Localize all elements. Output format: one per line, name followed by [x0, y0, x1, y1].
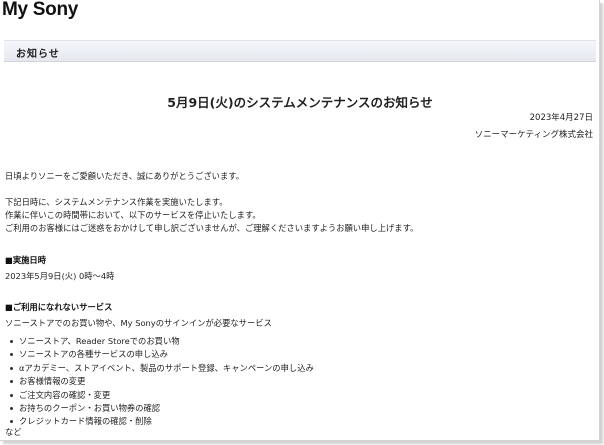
page-frame: My Sony お知らせ 5月9日(火)のシステムメンテナンスのお知らせ 202… [0, 0, 600, 441]
notice-date: 2023年4月27日 [529, 113, 593, 123]
bullet-icon [10, 380, 13, 384]
schedule-value: 2023年5月9日(火) 0時～4時 [5, 271, 115, 281]
list-item-label: お持ちのクーポン・お買い物券の確認 [19, 403, 161, 414]
brand-logo[interactable]: My Sony [2, 0, 78, 21]
list-item: ご注文内容の確認・変更 [10, 389, 314, 402]
list-item-label: お客様情報の変更 [19, 376, 86, 387]
list-item: クレジットカード情報の確認・削除 [10, 415, 314, 428]
services-heading: ■ご利用になれないサービス [5, 302, 113, 312]
list-item: お客様情報の変更 [10, 375, 314, 388]
list-item-label: ご注文内容の確認・変更 [19, 389, 111, 400]
intro-line: ご利用のお客様にはご迷惑をおかけして申し訳ございませんが、ご理解くださいますよう… [5, 223, 419, 233]
bullet-icon [10, 366, 13, 370]
list-item: お持ちのクーポン・お買い物券の確認 [10, 402, 314, 415]
section-header-bar: お知らせ [4, 40, 596, 62]
list-item: ソニーストア、Reader Storeでのお買い物 [10, 335, 314, 348]
intro-line: 下記日時に、システムメンテナンス作業を実施いたします。 [5, 197, 228, 207]
bullet-icon [10, 393, 13, 397]
notice-company: ソニーマーケティング株式会社 [474, 130, 593, 140]
bullet-icon [10, 407, 13, 411]
list-item-label: ソニーストアの各種サービスの申し込み [19, 349, 168, 360]
bullet-icon [10, 353, 13, 357]
services-tail: など [5, 427, 22, 437]
services-intro: ソニーストアでのお買い物や、My Sonyのサインインが必要なサービス [5, 318, 272, 328]
list-item: ソニーストアの各種サービスの申し込み [10, 348, 314, 361]
section-title: お知らせ [16, 49, 60, 60]
list-item-label: ソニーストア、Reader Storeでのお買い物 [19, 336, 180, 346]
schedule-heading: ■実施日時 [5, 255, 47, 265]
bullet-icon [10, 420, 13, 424]
greeting-text: 日頃よりソニーをご愛顧いただき、誠にありがとうございます。 [5, 171, 245, 181]
bullet-icon [10, 340, 13, 343]
notice-title: 5月9日(火)のシステムメンテナンスのお知らせ [167, 95, 433, 110]
list-item: αアカデミー、ストアイベント、製品のサポート登録、キャンペーンの申し込み [10, 362, 314, 375]
list-item-label: αアカデミー、ストアイベント、製品のサポート登録、キャンペーンの申し込み [19, 362, 314, 373]
list-item-label: クレジットカード情報の確認・削除 [19, 416, 152, 427]
intro-line: 作業に伴いこの時間帯において、以下のサービスを停止いたします。 [5, 210, 261, 220]
services-list: ソニーストア、Reader Storeでのお買い物 ソニーストアの各種サービスの… [10, 335, 314, 429]
